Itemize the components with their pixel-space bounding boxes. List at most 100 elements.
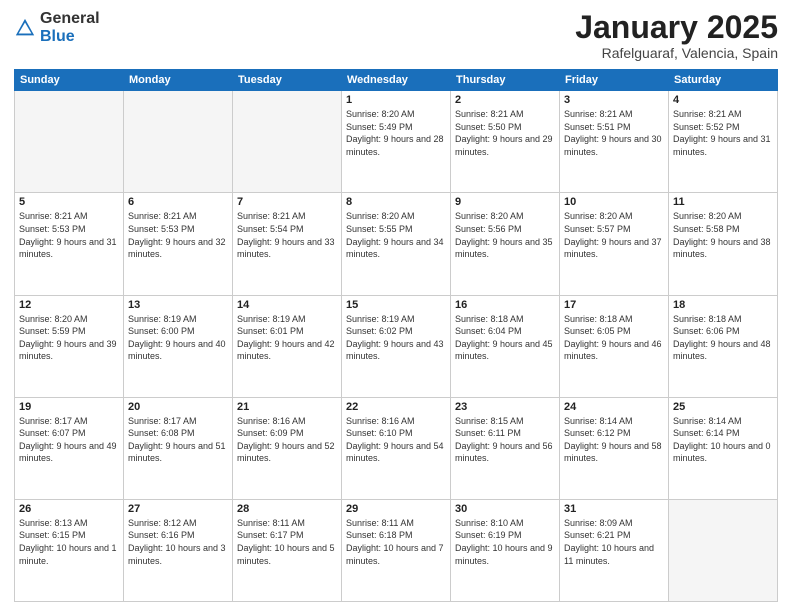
week-row-3: 12Sunrise: 8:20 AM Sunset: 5:59 PM Dayli…: [15, 295, 778, 397]
day-info-29: Sunrise: 8:11 AM Sunset: 6:18 PM Dayligh…: [346, 517, 446, 567]
week-row-4: 19 Sunrise: 8:17 AM Sunset: 6:07 PM Dayli…: [15, 397, 778, 499]
day-number-10: 10: [564, 196, 664, 208]
header-sunday: Sunday: [15, 70, 124, 91]
day-info-16: Sunrise: 8:18 AM Sunset: 6:04 PM Dayligh…: [455, 313, 555, 363]
logo-general-text: General: [40, 10, 100, 28]
day-number-24: 24: [564, 401, 664, 413]
day-number-1: 1: [346, 94, 446, 106]
logo-icon: [14, 17, 36, 39]
header-saturday: Saturday: [669, 70, 778, 91]
header-wednesday: Wednesday: [342, 70, 451, 91]
day-info-2: Sunrise: 8:21 AM Sunset: 5:50 PM Dayligh…: [455, 108, 555, 158]
cell-w2-d5: 10 Sunrise: 8:20 AM Sunset: 5:57 PM Dayli…: [560, 193, 669, 295]
cell-w4-d6: 25Sunrise: 8:14 AM Sunset: 6:14 PM Dayli…: [669, 397, 778, 499]
day-number-16: 16: [455, 299, 555, 311]
day-number-15: 15: [346, 299, 446, 311]
logo: General Blue: [14, 10, 100, 45]
month-title: January 2025: [575, 10, 778, 45]
day-number-6: 6: [128, 196, 228, 208]
logo-blue-text: Blue: [40, 28, 100, 46]
day-info-10: Sunrise: 8:20 AM Sunset: 5:57 PM Dayligh…: [564, 210, 664, 260]
cell-w2-d2: 7 Sunrise: 8:21 AM Sunset: 5:54 PM Daylig…: [233, 193, 342, 295]
day-info-11: Sunrise: 8:20 AM Sunset: 5:58 PM Dayligh…: [673, 210, 773, 260]
cell-w1-d4: 2Sunrise: 8:21 AM Sunset: 5:50 PM Daylig…: [451, 91, 560, 193]
day-number-13: 13: [128, 299, 228, 311]
cell-w5-d0: 26 Sunrise: 8:13 AM Sunset: 6:15 PM Dayli…: [15, 499, 124, 601]
calendar: Sunday Monday Tuesday Wednesday Thursday…: [14, 69, 778, 602]
day-info-3: Sunrise: 8:21 AM Sunset: 5:51 PM Dayligh…: [564, 108, 664, 158]
cell-w3-d2: 14 Sunrise: 8:19 AM Sunset: 6:01 PM Dayli…: [233, 295, 342, 397]
day-info-8: Sunrise: 8:20 AM Sunset: 5:55 PM Dayligh…: [346, 210, 446, 260]
day-info-18: Sunrise: 8:18 AM Sunset: 6:06 PM Dayligh…: [673, 313, 773, 363]
cell-w1-d1: [124, 91, 233, 193]
day-number-7: 7: [237, 196, 337, 208]
day-info-19: Sunrise: 8:17 AM Sunset: 6:07 PM Dayligh…: [19, 415, 119, 465]
cell-w1-d6: 4Sunrise: 8:21 AM Sunset: 5:52 PM Daylig…: [669, 91, 778, 193]
day-info-28: Sunrise: 8:11 AM Sunset: 6:17 PM Dayligh…: [237, 517, 337, 567]
title-block: January 2025 Rafelguaraf, Valencia, Spai…: [575, 10, 778, 61]
day-number-20: 20: [128, 401, 228, 413]
day-number-30: 30: [455, 503, 555, 515]
cell-w1-d3: 1 Sunrise: 8:20 AM Sunset: 5:49 PM Daylig…: [342, 91, 451, 193]
week-row-2: 5 Sunrise: 8:21 AM Sunset: 5:53 PM Daylig…: [15, 193, 778, 295]
day-number-14: 14: [237, 299, 337, 311]
day-number-22: 22: [346, 401, 446, 413]
day-info-20: Sunrise: 8:17 AM Sunset: 6:08 PM Dayligh…: [128, 415, 228, 465]
location-subtitle: Rafelguaraf, Valencia, Spain: [575, 45, 778, 61]
header-thursday: Thursday: [451, 70, 560, 91]
day-info-15: Sunrise: 8:19 AM Sunset: 6:02 PM Dayligh…: [346, 313, 446, 363]
day-info-6: Sunrise: 8:21 AM Sunset: 5:53 PM Dayligh…: [128, 210, 228, 260]
day-number-11: 11: [673, 196, 773, 208]
cell-w4-d1: 20 Sunrise: 8:17 AM Sunset: 6:08 PM Dayli…: [124, 397, 233, 499]
day-info-14: Sunrise: 8:19 AM Sunset: 6:01 PM Dayligh…: [237, 313, 337, 363]
day-number-31: 31: [564, 503, 664, 515]
cell-w2-d6: 11 Sunrise: 8:20 AM Sunset: 5:58 PM Dayli…: [669, 193, 778, 295]
header: General Blue January 2025 Rafelguaraf, V…: [14, 10, 778, 61]
day-info-24: Sunrise: 8:14 AM Sunset: 6:12 PM Dayligh…: [564, 415, 664, 465]
cell-w1-d2: [233, 91, 342, 193]
day-number-29: 29: [346, 503, 446, 515]
day-info-17: Sunrise: 8:18 AM Sunset: 6:05 PM Dayligh…: [564, 313, 664, 363]
day-number-28: 28: [237, 503, 337, 515]
cell-w2-d4: 9 Sunrise: 8:20 AM Sunset: 5:56 PM Daylig…: [451, 193, 560, 295]
day-number-9: 9: [455, 196, 555, 208]
day-number-26: 26: [19, 503, 119, 515]
day-number-4: 4: [673, 94, 773, 106]
cell-w1-d5: 3 Sunrise: 8:21 AM Sunset: 5:51 PM Daylig…: [560, 91, 669, 193]
day-info-23: Sunrise: 8:15 AM Sunset: 6:11 PM Dayligh…: [455, 415, 555, 465]
header-tuesday: Tuesday: [233, 70, 342, 91]
week-row-5: 26 Sunrise: 8:13 AM Sunset: 6:15 PM Dayli…: [15, 499, 778, 601]
day-info-25: Sunrise: 8:14 AM Sunset: 6:14 PM Dayligh…: [673, 415, 773, 465]
header-friday: Friday: [560, 70, 669, 91]
day-info-7: Sunrise: 8:21 AM Sunset: 5:54 PM Dayligh…: [237, 210, 337, 260]
day-info-21: Sunrise: 8:16 AM Sunset: 6:09 PM Dayligh…: [237, 415, 337, 465]
day-number-8: 8: [346, 196, 446, 208]
cell-w5-d6: [669, 499, 778, 601]
day-info-5: Sunrise: 8:21 AM Sunset: 5:53 PM Dayligh…: [19, 210, 119, 260]
day-info-1: Sunrise: 8:20 AM Sunset: 5:49 PM Dayligh…: [346, 108, 446, 158]
week-row-1: 1 Sunrise: 8:20 AM Sunset: 5:49 PM Daylig…: [15, 91, 778, 193]
cell-w4-d4: 23 Sunrise: 8:15 AM Sunset: 6:11 PM Dayli…: [451, 397, 560, 499]
cell-w2-d1: 6 Sunrise: 8:21 AM Sunset: 5:53 PM Daylig…: [124, 193, 233, 295]
cell-w3-d4: 16 Sunrise: 8:18 AM Sunset: 6:04 PM Dayli…: [451, 295, 560, 397]
cell-w4-d3: 22 Sunrise: 8:16 AM Sunset: 6:10 PM Dayli…: [342, 397, 451, 499]
day-info-9: Sunrise: 8:20 AM Sunset: 5:56 PM Dayligh…: [455, 210, 555, 260]
page: General Blue January 2025 Rafelguaraf, V…: [0, 0, 792, 612]
day-number-23: 23: [455, 401, 555, 413]
cell-w3-d5: 17 Sunrise: 8:18 AM Sunset: 6:05 PM Dayli…: [560, 295, 669, 397]
day-number-21: 21: [237, 401, 337, 413]
day-info-30: Sunrise: 8:10 AM Sunset: 6:19 PM Dayligh…: [455, 517, 555, 567]
cell-w2-d3: 8 Sunrise: 8:20 AM Sunset: 5:55 PM Daylig…: [342, 193, 451, 295]
cell-w3-d3: 15 Sunrise: 8:19 AM Sunset: 6:02 PM Dayli…: [342, 295, 451, 397]
day-number-5: 5: [19, 196, 119, 208]
day-info-13: Sunrise: 8:19 AM Sunset: 6:00 PM Dayligh…: [128, 313, 228, 363]
cell-w5-d4: 30 Sunrise: 8:10 AM Sunset: 6:19 PM Dayli…: [451, 499, 560, 601]
day-number-3: 3: [564, 94, 664, 106]
day-info-22: Sunrise: 8:16 AM Sunset: 6:10 PM Dayligh…: [346, 415, 446, 465]
day-number-19: 19: [19, 401, 119, 413]
logo-text: General Blue: [40, 10, 100, 45]
day-info-26: Sunrise: 8:13 AM Sunset: 6:15 PM Dayligh…: [19, 517, 119, 567]
cell-w4-d2: 21 Sunrise: 8:16 AM Sunset: 6:09 PM Dayli…: [233, 397, 342, 499]
cell-w4-d5: 24 Sunrise: 8:14 AM Sunset: 6:12 PM Dayli…: [560, 397, 669, 499]
day-number-17: 17: [564, 299, 664, 311]
